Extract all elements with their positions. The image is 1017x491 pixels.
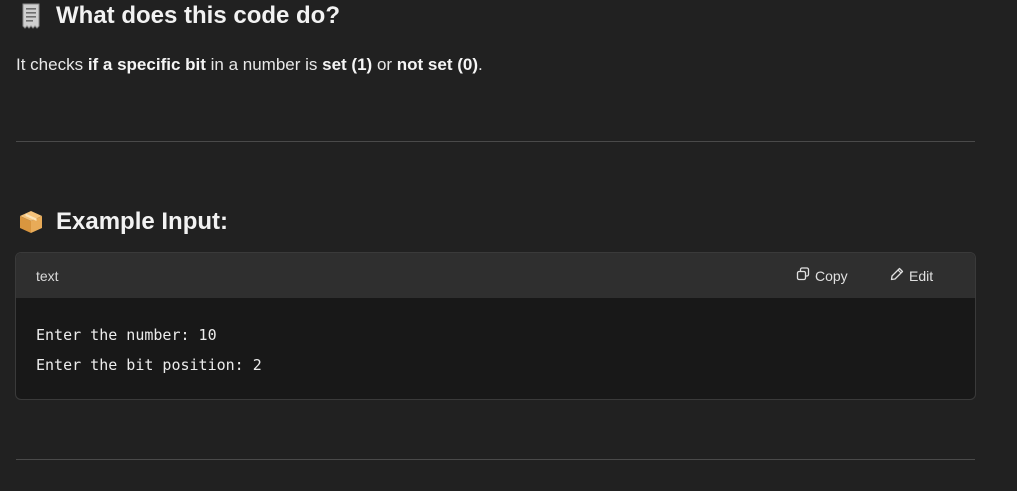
code-block-body: Enter the number: 10 Enter the bit posit… bbox=[16, 298, 975, 380]
bold-fragment: not set (0) bbox=[396, 55, 479, 74]
copy-label: Copy bbox=[815, 267, 848, 284]
code-line: Enter the bit position: 2 bbox=[36, 356, 262, 374]
section-title: What does this code do? bbox=[56, 2, 341, 29]
text-fragment: . bbox=[478, 55, 483, 74]
text-fragment: or bbox=[372, 55, 397, 74]
bold-fragment: if a specific bit bbox=[87, 55, 206, 74]
section-heading-example-input: Example Input: bbox=[18, 208, 228, 236]
divider bbox=[16, 141, 975, 142]
copy-icon bbox=[796, 267, 810, 284]
copy-button[interactable]: Copy bbox=[796, 253, 848, 298]
description-paragraph: It checks if a specific bit in a number … bbox=[16, 55, 483, 75]
chat-response: What does this code do? It checks if a s… bbox=[0, 0, 1017, 491]
code-block: text Copy Edit Enter the number: 10 Ente… bbox=[15, 252, 976, 400]
code-language-label: text bbox=[36, 267, 59, 284]
text-fragment: in a number is bbox=[205, 55, 323, 74]
divider bbox=[16, 459, 975, 460]
section-title: Example Input: bbox=[56, 208, 229, 235]
code-line: Enter the number: 10 bbox=[36, 326, 217, 344]
edit-button[interactable]: Edit bbox=[890, 253, 933, 298]
section-heading-what-does: What does this code do? bbox=[18, 2, 340, 30]
edit-label: Edit bbox=[909, 267, 934, 284]
pencil-icon bbox=[890, 267, 904, 284]
text-fragment: It checks bbox=[16, 55, 88, 74]
bold-fragment: set (1) bbox=[322, 55, 373, 74]
code-block-header: text Copy Edit bbox=[16, 253, 975, 298]
package-icon bbox=[18, 209, 44, 235]
receipt-icon bbox=[18, 3, 44, 29]
